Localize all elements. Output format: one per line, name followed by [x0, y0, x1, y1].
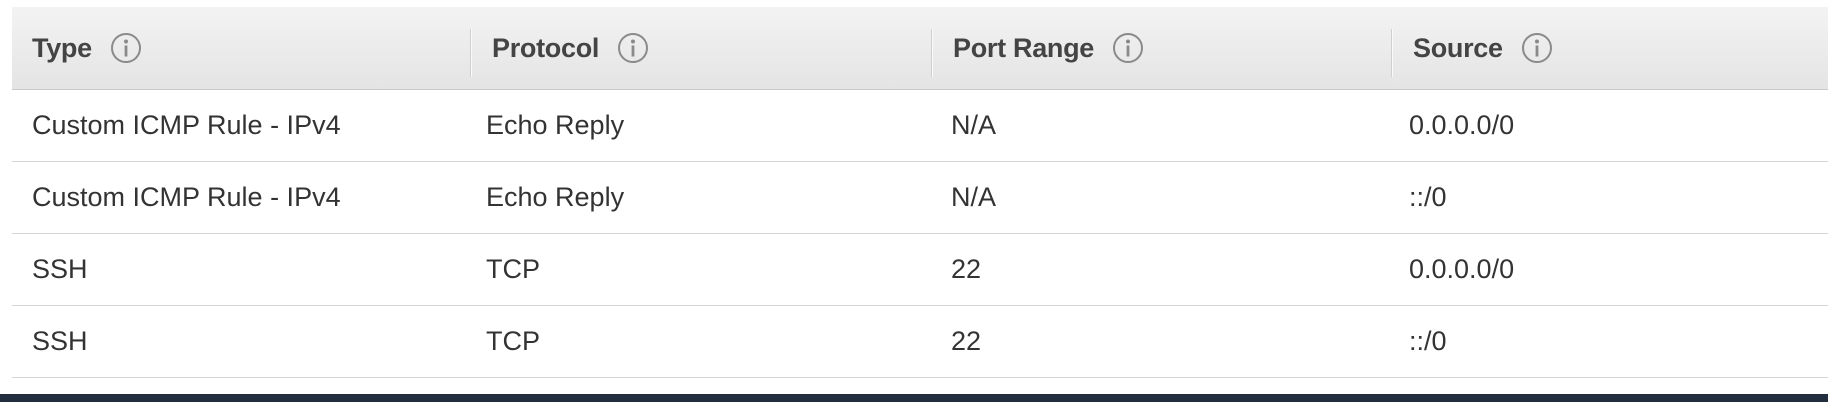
cell-port-range: N/A: [951, 110, 997, 140]
column-header-label: Protocol: [492, 32, 600, 63]
column-header-port-range[interactable]: Port Range: [933, 7, 1393, 89]
cell-source: ::/0: [1409, 326, 1447, 356]
cell-port-range: 22: [951, 326, 982, 356]
column-header-source[interactable]: Source: [1393, 7, 1828, 89]
column-header-label: Source: [1413, 32, 1503, 63]
info-circle-icon[interactable]: [1521, 32, 1553, 64]
column-header-label: Port Range: [953, 32, 1095, 63]
column-header-protocol[interactable]: Protocol: [472, 7, 933, 89]
cell-protocol: Echo Reply: [486, 110, 625, 140]
info-circle-icon[interactable]: [617, 32, 649, 64]
top-spacer: [0, 0, 1828, 7]
cell-protocol: TCP: [486, 254, 540, 284]
table-row[interactable]: SSH TCP 22 ::/0: [12, 306, 1828, 378]
cell-source: 0.0.0.0/0: [1409, 254, 1515, 284]
cell-protocol: TCP: [486, 326, 540, 356]
cell-protocol: Echo Reply: [486, 182, 625, 212]
table-row[interactable]: Custom ICMP Rule - IPv4 Echo Reply N/A :…: [12, 162, 1828, 234]
table-header-row: Type Protocol Port Range Source: [12, 7, 1828, 90]
cell-type: SSH: [32, 326, 88, 356]
cell-type: Custom ICMP Rule - IPv4: [32, 110, 341, 140]
footer-bar: [0, 394, 1828, 402]
security-group-rules-panel: Type Protocol Port Range Source Custom I…: [0, 0, 1828, 402]
cell-port-range: N/A: [951, 182, 997, 212]
cell-port-range: 22: [951, 254, 982, 284]
table-row[interactable]: SSH TCP 22 0.0.0.0/0: [12, 234, 1828, 306]
cell-source: 0.0.0.0/0: [1409, 110, 1515, 140]
cell-type: SSH: [32, 254, 88, 284]
column-header-type[interactable]: Type: [12, 7, 472, 89]
cell-source: ::/0: [1409, 182, 1447, 212]
table-row[interactable]: Custom ICMP Rule - IPv4 Echo Reply N/A 0…: [12, 90, 1828, 162]
cell-type: Custom ICMP Rule - IPv4: [32, 182, 341, 212]
inbound-rules-table: Type Protocol Port Range Source Custom I…: [12, 7, 1828, 378]
info-circle-icon[interactable]: [110, 32, 142, 64]
column-header-label: Type: [32, 32, 92, 63]
info-circle-icon[interactable]: [1112, 32, 1144, 64]
